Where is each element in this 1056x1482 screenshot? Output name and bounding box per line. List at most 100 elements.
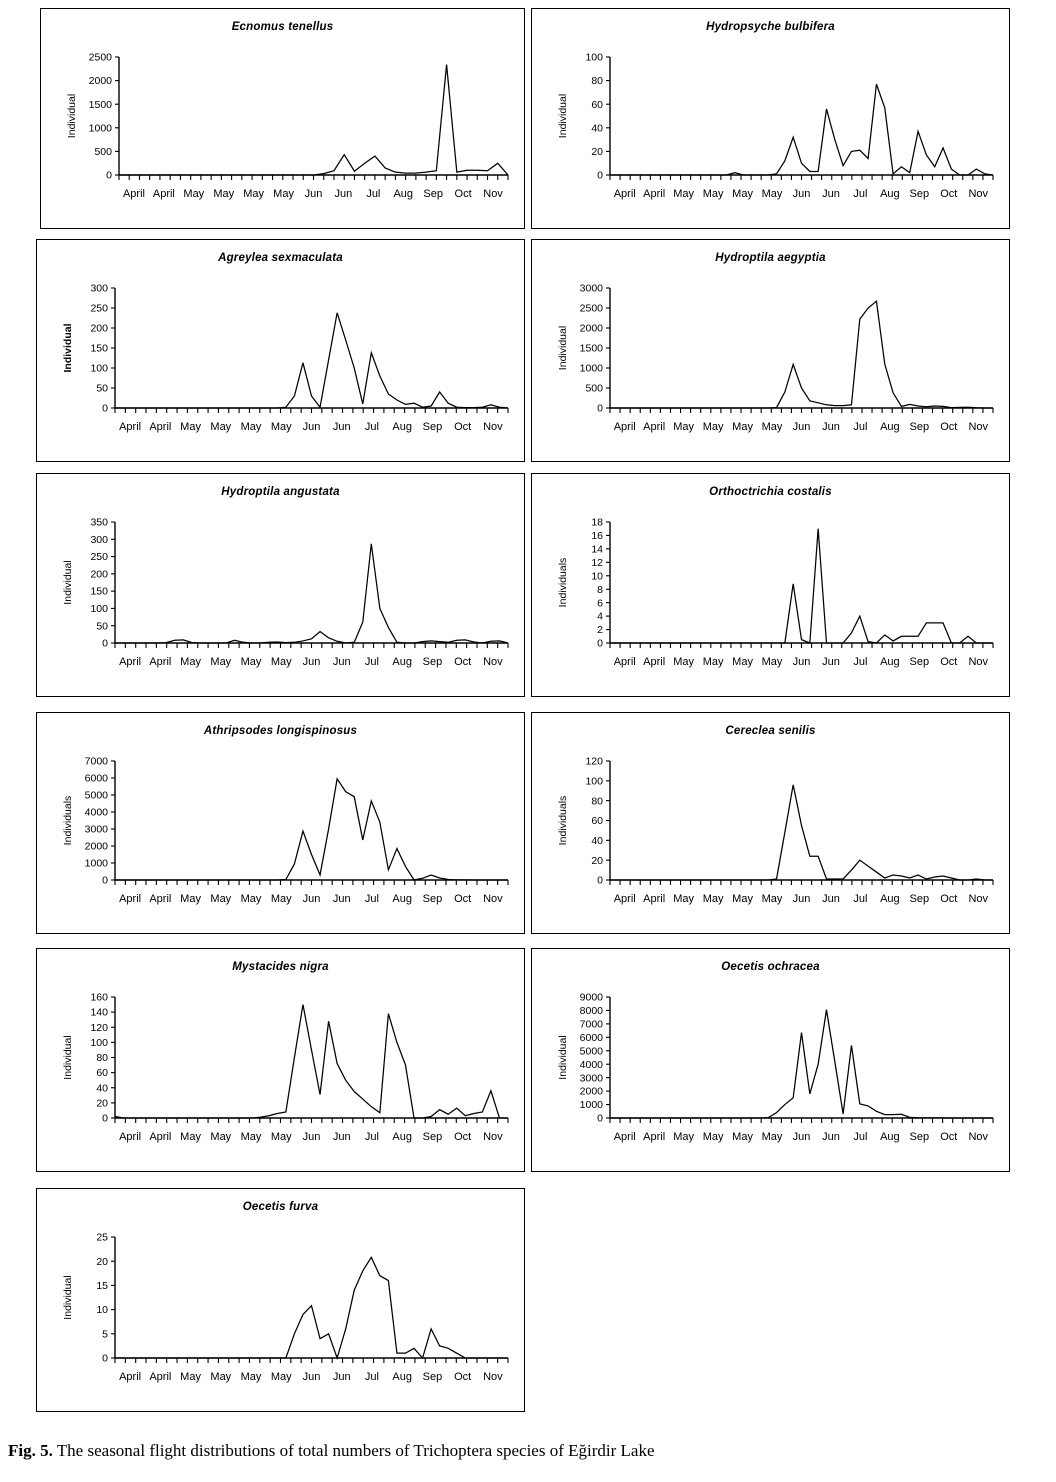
y-tick-label: 8 [597, 584, 603, 596]
y-tick-label: 25 [96, 1232, 108, 1244]
x-tick-label: Aug [392, 1131, 412, 1143]
y-tick-label: 60 [96, 1067, 108, 1079]
y-tick-label: 0 [106, 170, 112, 182]
x-tick-label: Oct [454, 1371, 471, 1383]
x-tick-label: Sep [910, 1131, 930, 1143]
x-tick-label: May [271, 1371, 292, 1383]
y-tick-label: 1000 [580, 363, 604, 375]
x-tick-label: Nov [483, 893, 503, 905]
figure-caption-text: The seasonal flight distributions of tot… [52, 1441, 655, 1460]
x-tick-label: Aug [392, 1371, 412, 1383]
x-tick-label: May [673, 1131, 694, 1143]
x-tick-label: April [149, 1131, 171, 1143]
chart-plot-oecetis-furva: 0 5 10 15 20 25 Individual April April May May May M… [62, 1232, 509, 1383]
chart-panel-orthoctrichia-costalis: Orthoctrichia costalis 0 2 4 6 8 10 12 14 16 18 Ind… [531, 473, 1010, 697]
x-tick-label: Aug [392, 893, 412, 905]
series-line-oecetis-ochracea [610, 1009, 993, 1119]
x-tick-label: Aug [880, 893, 900, 905]
y-tick-label: 40 [591, 835, 603, 847]
x-tick-label: April [119, 1131, 141, 1143]
y-tick-label: 20 [96, 1097, 108, 1109]
x-tick-label: April [643, 893, 665, 905]
x-tick-label: April [643, 421, 665, 433]
y-tick-label: 40 [96, 1082, 108, 1094]
y-tick-label: 2500 [580, 303, 604, 315]
y-tick-label: 2000 [580, 323, 604, 335]
y-axis-title: Individual [62, 560, 74, 604]
chart-panel-oecetis-furva: Oecetis furva 0 5 10 15 20 25 Individual April Ap… [36, 1188, 525, 1412]
y-tick-label: 2000 [580, 1086, 604, 1098]
x-tick-label: Jun [333, 1131, 351, 1143]
x-tick-label: Jun [335, 188, 353, 200]
x-tick-label: Aug [880, 656, 900, 668]
x-tick-label: Jul [853, 188, 867, 200]
x-tick-label: Jul [365, 893, 379, 905]
series-line-agreylea-sexmaculata [115, 312, 509, 409]
y-tick-label: 250 [90, 551, 108, 563]
y-tick-label: 4000 [580, 1059, 604, 1071]
y-axis-title: Individual [62, 1275, 74, 1319]
x-tick-label: Jun [793, 656, 811, 668]
y-tick-label: 1500 [580, 343, 604, 355]
y-tick-label: 8000 [580, 1005, 604, 1017]
x-tick-label: May [732, 421, 753, 433]
x-tick-label: Jul [366, 188, 380, 200]
y-tick-label: 4000 [85, 807, 109, 819]
x-tick-label: Nov [968, 893, 988, 905]
y-axis-title: Individuals [557, 796, 569, 846]
x-tick-label: May [243, 188, 264, 200]
x-tick-label: April [119, 1371, 141, 1383]
y-tick-label: 500 [585, 383, 603, 395]
y-tick-label: 100 [90, 1037, 108, 1049]
x-tick-label: May [210, 1371, 231, 1383]
y-tick-label: 18 [591, 517, 603, 529]
x-tick-label: Jun [793, 421, 811, 433]
chart-plot-cereclea-senilis: 0 20 40 60 80 100 120 Individuals April April May M… [557, 756, 994, 905]
x-tick-label: Sep [423, 656, 443, 668]
y-tick-label: 5000 [85, 790, 109, 802]
y-tick-label: 6000 [580, 1032, 604, 1044]
y-tick-label: 0 [102, 638, 108, 650]
y-tick-label: 80 [591, 75, 603, 87]
series-line-orthoctrichia-costalis [610, 528, 993, 644]
chart-plot-athripsodes-longispinosus: 0 1000 2000 3000 4000 5000 6000 7000 Individuals… [62, 756, 509, 905]
x-tick-label: Aug [393, 188, 413, 200]
y-tick-label: 250 [90, 303, 108, 315]
x-tick-label: May [271, 656, 292, 668]
chart-panel-agreylea-sexmaculata: Agreylea sexmaculata 0 50 100 150 200 250 300 In… [36, 239, 525, 462]
x-tick-label: Jul [365, 421, 379, 433]
y-tick-label: 16 [591, 530, 603, 542]
x-tick-label: April [119, 656, 141, 668]
x-tick-label: Jul [853, 421, 867, 433]
x-tick-label: Jul [365, 1371, 379, 1383]
y-tick-label: 9000 [580, 992, 604, 1004]
y-tick-label: 0 [102, 875, 108, 887]
chart-panel-hydroptila-aegyptia: Hydroptila aegyptia 0 500 1000 1500 2000 2500 3… [531, 239, 1010, 462]
y-tick-label: 6000 [85, 773, 109, 785]
x-tick-label: Oct [940, 656, 957, 668]
y-tick-label: 3000 [85, 824, 109, 836]
y-tick-label: 4 [597, 611, 603, 623]
x-tick-label: May [241, 656, 262, 668]
y-axis-title: Individual [557, 1035, 569, 1079]
series-line-hydroptila-aegyptia [610, 300, 993, 409]
y-tick-label: 100 [90, 363, 108, 375]
y-tick-label: 150 [90, 586, 108, 598]
y-tick-label: 100 [585, 52, 603, 64]
y-tick-label: 300 [90, 534, 108, 546]
chart-panel-mystacides-nigra: Mystacides nigra 0 20 40 60 80 100 120 140 160 Ind… [36, 948, 525, 1172]
x-tick-label: May [762, 1131, 783, 1143]
x-tick-label: May [180, 656, 201, 668]
y-tick-label: 3000 [580, 283, 604, 295]
x-tick-label: Nov [483, 1371, 503, 1383]
x-tick-label: May [210, 656, 231, 668]
x-tick-label: May [673, 656, 694, 668]
x-tick-label: Oct [940, 1131, 957, 1143]
x-tick-label: May [271, 421, 292, 433]
x-tick-label: April [614, 656, 636, 668]
x-tick-label: Nov [483, 188, 503, 200]
y-tick-label: 5000 [580, 1045, 604, 1057]
y-tick-label: 20 [96, 1256, 108, 1268]
x-tick-label: Jun [822, 421, 840, 433]
x-tick-label: Jun [303, 893, 321, 905]
